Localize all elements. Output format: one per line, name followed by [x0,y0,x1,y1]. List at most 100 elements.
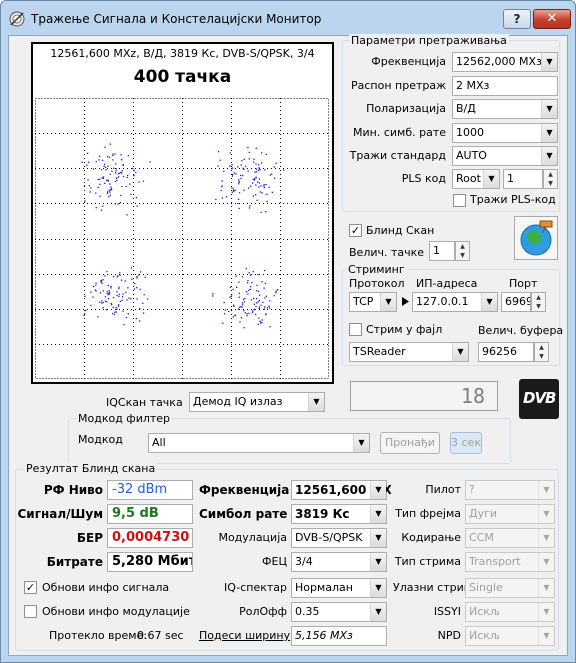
update-modulation-checkbox[interactable] [24,605,37,618]
point-size-spinner[interactable]: ▲ ▼ [455,241,470,261]
standard-select[interactable]: AUTO ▼ [452,146,558,166]
chevron-down-icon[interactable]: ▼ [380,293,396,311]
modulation-select[interactable]: DVB-S/QPSK ▼ [291,528,387,548]
constellation-point [217,151,220,153]
pls-search-checkbox[interactable] [453,194,466,207]
span-input[interactable]: 2 MXз [452,76,558,96]
constellation-point [98,159,100,161]
constellation-point [249,205,251,207]
constellation-point [118,295,120,297]
chevron-down-icon[interactable]: ▼ [353,434,369,452]
chevron-down-icon[interactable]: ▼ [370,553,386,571]
modcode-select[interactable]: All ▼ [148,433,370,453]
buffer-size-input[interactable]: 96256 [478,342,534,362]
npd-select[interactable]: Искљ ▼ [465,626,555,646]
chevron-down-icon[interactable]: ▼ [538,505,554,523]
freq-input[interactable]: 12562,000 MXз ▼ [452,52,558,72]
iq-scan-select[interactable]: Демод IQ излаз ▼ [189,392,325,412]
freq-label: Фреквенција [371,55,446,68]
chevron-down-icon[interactable]: ▼ [538,553,554,571]
constellation-point [261,192,263,194]
constellation-point [105,179,108,181]
chevron-down-icon[interactable]: ▼ [538,529,554,547]
issyi-select[interactable]: Искљ ▼ [465,602,555,622]
constellation-point [266,193,268,195]
constellation-point [237,166,239,168]
min-symbol-rate-select[interactable]: 1000 ▼ [452,123,558,143]
constellation-point [107,180,109,182]
pls-code-spinner[interactable]: ▲ ▼ [543,169,558,189]
pls-mode-select[interactable]: Root ▼ [452,169,500,189]
up-arrow-icon[interactable]: ▲ [532,293,545,302]
chevron-down-icon[interactable]: ▼ [541,147,557,165]
polarization-select[interactable]: В/Д ▼ [452,99,558,119]
down-arrow-icon[interactable]: ▼ [544,179,557,188]
chevron-down-icon[interactable]: ▼ [481,293,497,311]
help-button[interactable]: ? [503,9,531,29]
chevron-down-icon[interactable]: ▼ [541,100,557,118]
pls-code-input[interactable]: 1 [503,169,543,189]
fec-select[interactable]: 3/4 ▼ [291,552,387,572]
input-stream-select[interactable]: Single ▼ [465,578,555,598]
up-arrow-icon[interactable]: ▲ [456,242,469,251]
coding-select[interactable]: CCM ▼ [465,528,555,548]
chevron-down-icon[interactable]: ▼ [370,505,386,523]
find-button[interactable]: Пронађи [380,432,440,454]
constellation-point [97,178,99,181]
update-signal-checkbox[interactable]: ✓ [24,581,37,594]
result-freq-select[interactable]: 12561,600 MX ▼ [291,480,392,500]
constellation-point [250,299,252,301]
snr-label: Сигнал/Шум [17,507,104,521]
up-arrow-icon[interactable]: ▲ [544,170,557,179]
iq-spectrum-select[interactable]: Нормалан ▼ [291,578,387,598]
frame-type-select[interactable]: Дуги ▼ [465,504,555,524]
constellation-point [232,304,235,306]
chevron-down-icon[interactable]: ▼ [370,579,386,597]
chevron-down-icon[interactable]: ▼ [483,170,499,188]
chevron-down-icon[interactable]: ▼ [370,529,386,547]
buffer-size-spinner[interactable]: ▲ ▼ [534,342,549,362]
down-arrow-icon[interactable]: ▼ [456,251,469,260]
port-input[interactable]: 6969 [501,292,531,312]
pilot-select[interactable]: ? ▼ [465,480,555,500]
close-button[interactable]: ✕ [533,9,571,29]
title-bar[interactable]: Тражење Сигнала и Констелацијски Монитор… [1,1,575,35]
constellation-point [112,275,115,278]
rolloff-select[interactable]: 0.35 ▼ [291,602,387,622]
constellation-point [246,315,248,317]
chevron-down-icon[interactable]: ▼ [370,481,386,499]
chevron-down-icon[interactable]: ▼ [538,579,554,597]
constellation-point [119,274,121,276]
chevron-down-icon[interactable]: ▼ [538,603,554,621]
constellation-point [238,281,240,283]
constellation-point [129,183,131,185]
symbol-rate-select[interactable]: 3819 Кс ▼ [291,504,387,524]
set-bandwidth-link[interactable]: Подеси ширину [199,629,290,642]
chevron-down-icon[interactable]: ▼ [538,627,554,645]
protocol-select[interactable]: TCP ▼ [349,292,397,312]
chevron-down-icon[interactable]: ▼ [308,393,324,411]
constellation-point [120,279,123,281]
down-arrow-icon[interactable]: ▼ [535,352,548,361]
seconds-button[interactable]: 3 сек [450,432,482,454]
constellation-point [106,270,108,273]
port-spinner[interactable]: ▲ ▼ [531,292,546,312]
chevron-down-icon[interactable]: ▼ [452,343,468,361]
down-arrow-icon[interactable]: ▼ [532,302,545,311]
blind-scan-checkbox[interactable]: ✓ [349,224,362,237]
constellation-point [260,211,262,214]
chevron-down-icon[interactable]: ▼ [541,53,557,71]
constellation-point [116,308,118,310]
stream-type-select[interactable]: Transport ▼ [465,552,555,572]
ip-address-select[interactable]: 127.0.0.1 ▼ [412,292,498,312]
chevron-down-icon[interactable]: ▼ [370,603,386,621]
up-arrow-icon[interactable]: ▲ [535,343,548,352]
chevron-down-icon[interactable]: ▼ [541,124,557,142]
constellation-point [115,168,117,170]
chevron-down-icon[interactable]: ▼ [538,481,554,499]
constellation-point [122,293,124,295]
constellation-point [273,166,275,168]
stream-reader-select[interactable]: TSReader ▼ [349,342,469,362]
stream-to-file-checkbox[interactable] [349,323,362,336]
point-size-input[interactable]: 1 [429,241,455,261]
